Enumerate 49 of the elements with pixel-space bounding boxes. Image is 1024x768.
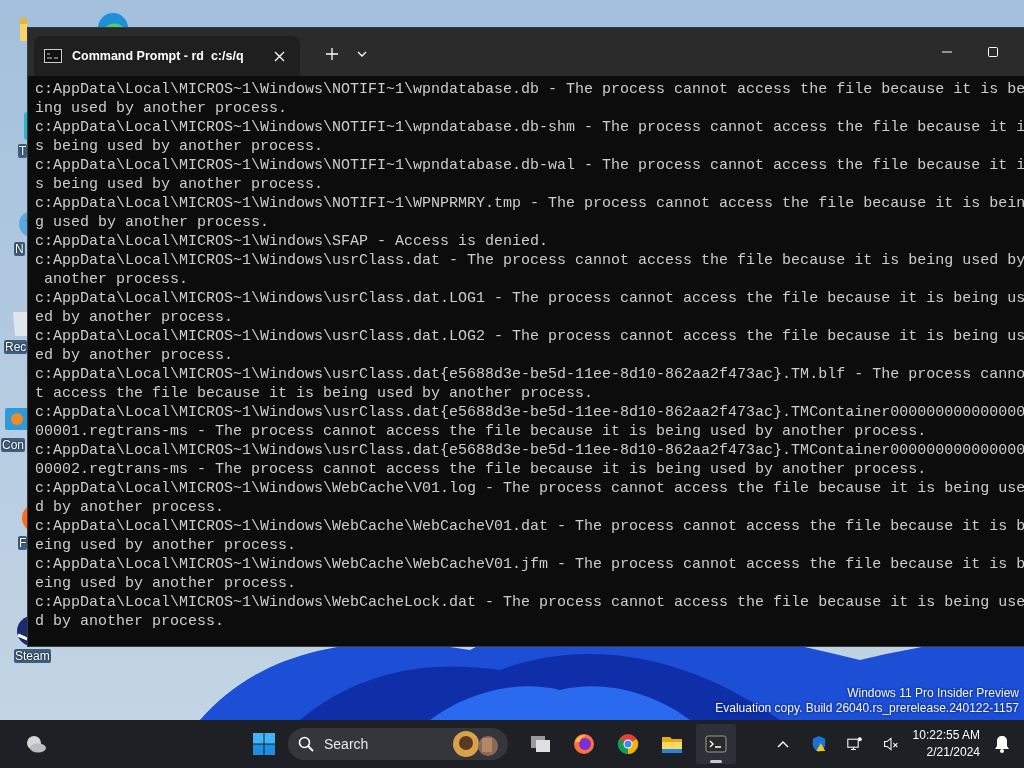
console-line: s being used by another process. [35,137,325,156]
console-line: another process. [43,270,190,289]
console-line: c:AppData\Local\MICROS~1\Windows\usrClass.dat{e5688d3e-be5d-11ee-8d10-862aa2f473ac}.TM.blf - The process canno [35,365,1024,384]
desktop-icon-label[interactable]: N [14,242,25,257]
console-line: c:AppData\Local\MICROS~1\Windows\usrClass.dat.LOG2 - The process cannot access the file because it is being us [35,327,1024,346]
desktop-icon-label[interactable]: Rec [4,340,28,355]
chevron-down-icon [356,51,367,57]
console-line: c:AppData\Local\MICROS~1\Windows\SFAP - Access is denied. [35,232,550,251]
desktop-icon-label[interactable]: Steam [14,649,51,664]
console-line: c:AppData\Local\MICROS~1\Windows\usrClass.dat.LOG1 - The process cannot access the file because it is being us [35,289,1024,308]
console-line: eing used by another process. [35,574,298,593]
console-line: t access the file because it is being used by another process. [35,384,595,403]
watermark-text: Windows 11 Pro Insider Preview [846,686,1019,701]
watermark-text: Evaluation copy. Build 26040.rs_prerelease.240122-1157 [715,701,1019,716]
console-line: c:AppData\Local\MICROS~1\Windows\WebCache\WebCacheV01.jfm - The process cannot access the file because it is b [35,555,1024,574]
console-line: eing used by another process. [35,536,298,555]
console-line: c:AppData\Local\MICROS~1\Windows\WebCache\V01.log - The process cannot access the file because it is being use [35,479,1024,498]
console-line: c:AppData\Local\MICROS~1\Windows\usrClass.dat{e5688d3e-be5d-11ee-8d10-862aa2f473ac}.TMContainer000000000000000 [35,403,1024,422]
console-line: c:AppData\Local\MICROS~1\Windows\NOTIFI~1\wpndatabase.db-shm - The process cannot access the file because it i [35,118,1024,137]
desktop-icon-label[interactable]: T [18,144,28,159]
console-line: 00002.regtrans-ms - The process cannot access the file because it is being used by another process. [35,460,928,479]
search-box[interactable]: Search [288,728,508,760]
maximize-icon [988,47,998,57]
search-icon [298,736,314,752]
terminal-icon[interactable] [696,724,736,764]
clock-time[interactable]: 10:22:55 AM [912,727,980,744]
console-line: c:AppData\Local\MICROS~1\Windows\WebCacheLock.dat - The process cannot access the file because it is being use [35,593,1024,612]
desktop-icon-label[interactable]: F [18,536,28,551]
console-line: ed by another process. [35,308,235,327]
console-line: c:AppData\Local\MICROS~1\Windows\NOTIFI~1\wpndatabase.db-wal - The process cannot access the file because it i [35,156,1024,175]
clock-date[interactable]: 2/21/2024 [912,744,980,761]
console-line: c:AppData\Local\MICROS~1\Windows\NOTIFI~1\wpndatabase.db - The process cannot access the file because it is be [35,80,1024,99]
console-line: c:AppData\Local\MICROS~1\Windows\WebCache\WebCacheV01.dat - The process cannot access the file because it is b [35,517,1024,536]
console-line: d by another process. [35,612,226,631]
console-line: ing used by another process. [35,99,289,118]
console-line: g used by another process. [35,213,271,232]
desktop-icon-label[interactable]: Con [1,438,25,453]
console-line: c:AppData\Local\MICROS~1\Windows\usrClass.dat - The process cannot access the file because it is being used by [35,251,1024,270]
tab-title: Command Prompt - rd c:/s/q [72,47,244,65]
console-line: c:AppData\Local\MICROS~1\Windows\NOTIFI~1\WPNPRMRY.tmp - The process cannot access the file because it is bein [35,194,1024,213]
command-prompt-icon [44,49,62,63]
console-line: d by another process. [35,498,226,517]
console-line: c:AppData\Local\MICROS~1\Windows\usrClass.dat{e5688d3e-be5d-11ee-8d10-862aa2f473ac}.TMContainer000000000000000 [35,441,1024,460]
console-line: 00001.regtrans-ms - The process cannot access the file because it is being used by another process. [35,422,928,441]
terminal-tab[interactable]: Command Prompt - rd c:/s/q [34,36,300,76]
console-line: s being used by another process. [35,175,325,194]
plus-icon [324,47,339,61]
four-squares-icon [253,733,275,755]
console-line: ed by another process. [35,346,235,365]
